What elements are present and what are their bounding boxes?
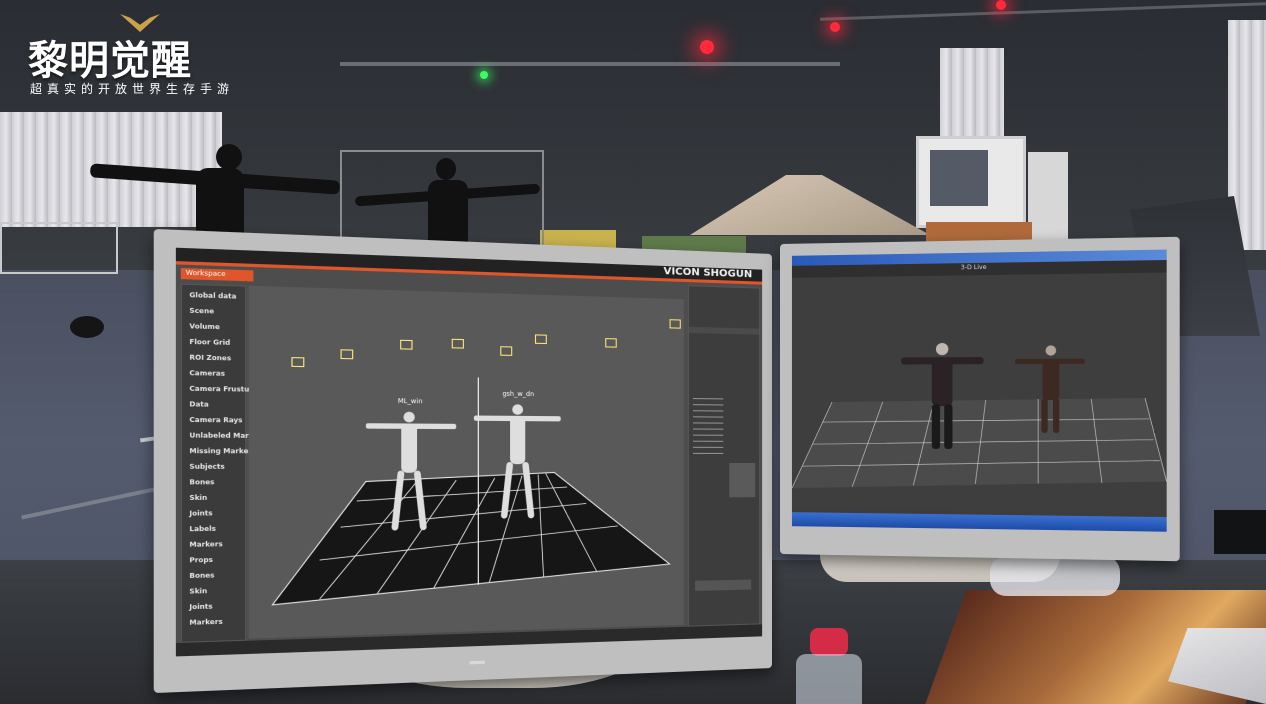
led-red-3 <box>996 0 1006 10</box>
sidebar-item[interactable]: Global data <box>189 292 236 301</box>
shogun-3d-viewport[interactable]: ML_win gsh_w_dn <box>248 285 684 639</box>
led-red-1 <box>700 40 714 54</box>
floor-grid <box>272 472 669 605</box>
shogun-tab[interactable]: Workspace <box>180 267 254 282</box>
subject-label-1: ML_win <box>397 397 423 406</box>
sidebar-item[interactable]: Camera Rays <box>189 416 242 424</box>
taskbar <box>791 512 1167 532</box>
sidebar-item[interactable]: Props <box>189 556 213 564</box>
logo-title: 黎明觉醒 <box>28 38 192 84</box>
device-black-box <box>1214 510 1266 554</box>
camera-marker[interactable] <box>451 338 464 349</box>
game-logo: 黎明觉醒 超真实的开放世界生存手游 <box>28 14 268 104</box>
viewport-graphics <box>249 286 684 639</box>
properties-header <box>688 326 760 335</box>
sidebar-item[interactable]: ROI Zones <box>189 354 231 363</box>
led-red-2 <box>830 22 840 32</box>
sidebar-item[interactable]: Markers <box>189 618 222 627</box>
camera-marker[interactable] <box>534 334 547 345</box>
camera-marker[interactable] <box>669 319 681 329</box>
right-monitor: 3-D Live <box>780 236 1180 562</box>
sidebar-item[interactable]: Subjects <box>189 463 224 471</box>
properties-list <box>692 398 724 459</box>
sidebar-item[interactable]: Camera Frustum <box>189 385 256 394</box>
live-viewport[interactable] <box>791 272 1167 513</box>
camera-marker[interactable] <box>605 338 617 348</box>
right-monitor-screen: 3-D Live <box>791 249 1167 532</box>
sidebar-item[interactable]: Bones <box>189 572 214 580</box>
ceiling-truss <box>340 62 840 66</box>
left-monitor: VICON SHOGUN Workspace Global data Scene… <box>153 228 773 694</box>
properties-preview <box>729 463 756 498</box>
window-inner <box>930 150 988 206</box>
left-monitor-screen: VICON SHOGUN Workspace Global data Scene… <box>175 247 763 657</box>
live-floor-grid <box>791 397 1167 493</box>
plastic-bag <box>990 556 1120 596</box>
shogun-sidebar: Global data Scene Volume Floor Grid ROI … <box>180 283 266 643</box>
curtain-right-1 <box>940 48 1004 143</box>
camera-marker[interactable] <box>400 339 413 350</box>
camera-marker[interactable] <box>500 346 513 356</box>
shogun-tab-label: Workspace <box>185 269 226 279</box>
sidebar-item[interactable]: Bones <box>189 479 214 487</box>
left-monitor-power-led <box>469 660 485 665</box>
floor-weights <box>70 316 104 338</box>
view-title: 3-D Live <box>960 263 987 272</box>
sidebar-item[interactable]: Floor Grid <box>189 338 230 347</box>
properties-button[interactable] <box>695 579 752 591</box>
sidebar-item[interactable]: Scene <box>189 307 214 315</box>
sidebar-item[interactable]: Data <box>189 401 208 409</box>
logo-subtitle: 超真实的开放世界生存手游 <box>30 82 235 96</box>
photo-scene: VICON SHOGUN Workspace Global data Scene… <box>0 0 1266 704</box>
camera-marker[interactable] <box>340 349 354 360</box>
sidebar-item[interactable]: Missing Markers <box>189 448 256 456</box>
sidebar-item[interactable]: Markers <box>189 541 222 549</box>
sidebar-item[interactable]: Joints <box>189 603 212 611</box>
set-shelf <box>0 222 118 274</box>
shogun-properties-panel <box>687 285 761 627</box>
water-bottle <box>796 628 862 704</box>
sidebar-item[interactable]: Skin <box>189 494 207 502</box>
camera-marker[interactable] <box>291 357 305 368</box>
sidebar-item[interactable]: Cameras <box>189 370 225 378</box>
sidebar-item[interactable]: Volume <box>189 323 220 331</box>
sidebar-item[interactable]: Joints <box>189 510 212 518</box>
sidebar-item[interactable]: Labels <box>189 525 216 533</box>
ac-unit <box>1028 152 1068 244</box>
led-green-1 <box>480 71 488 79</box>
sidebar-item[interactable]: Skin <box>189 588 207 596</box>
subject-label-2: gsh_w_dn <box>502 390 535 399</box>
